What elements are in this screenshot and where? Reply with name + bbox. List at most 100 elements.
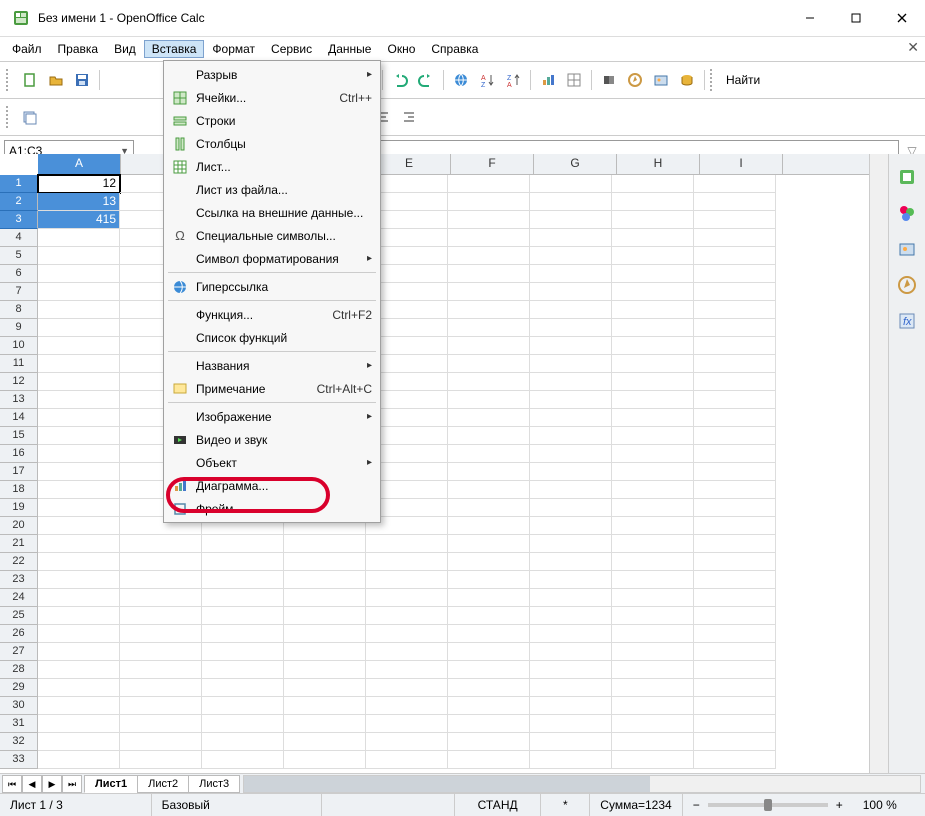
menu-help[interactable]: Справка — [423, 40, 486, 58]
cell[interactable] — [530, 445, 612, 463]
menu-format[interactable]: Формат — [204, 40, 263, 58]
cell[interactable] — [530, 229, 612, 247]
tab-next-button[interactable]: ▶ — [42, 775, 62, 793]
cell[interactable] — [448, 355, 530, 373]
cell[interactable] — [530, 553, 612, 571]
show-grid-button[interactable] — [562, 68, 586, 92]
cell[interactable] — [366, 535, 448, 553]
cell[interactable] — [366, 571, 448, 589]
gallery-button[interactable] — [649, 68, 673, 92]
cell[interactable] — [284, 607, 366, 625]
cell[interactable] — [694, 193, 776, 211]
row-header[interactable]: 13 — [0, 391, 38, 409]
menu-edit[interactable]: Правка — [50, 40, 107, 58]
cell[interactable] — [612, 355, 694, 373]
row-header[interactable]: 23 — [0, 571, 38, 589]
cell[interactable] — [284, 751, 366, 769]
cell[interactable] — [612, 715, 694, 733]
navigator-button[interactable] — [623, 68, 647, 92]
toolbar-grip[interactable] — [6, 106, 12, 128]
cell[interactable] — [612, 301, 694, 319]
cell[interactable] — [120, 697, 202, 715]
cell[interactable] — [38, 715, 120, 733]
sheet-tab[interactable]: Лист2 — [137, 775, 189, 793]
row-header[interactable]: 6 — [0, 265, 38, 283]
cell[interactable] — [120, 589, 202, 607]
cell[interactable] — [38, 409, 120, 427]
cell[interactable]: 415 — [38, 211, 120, 229]
cell[interactable] — [612, 571, 694, 589]
cell[interactable] — [612, 211, 694, 229]
cell[interactable] — [448, 553, 530, 571]
cell[interactable] — [448, 499, 530, 517]
cell[interactable] — [448, 265, 530, 283]
cell[interactable] — [448, 517, 530, 535]
cell[interactable] — [38, 247, 120, 265]
cell[interactable] — [202, 625, 284, 643]
sidepanel-styles-icon[interactable] — [894, 200, 920, 226]
cell[interactable] — [694, 301, 776, 319]
row-header[interactable]: 14 — [0, 409, 38, 427]
cell[interactable] — [120, 553, 202, 571]
sidepanel-gallery-icon[interactable] — [894, 236, 920, 262]
cell[interactable] — [694, 679, 776, 697]
window-close-button[interactable] — [879, 0, 925, 36]
cell[interactable] — [612, 463, 694, 481]
cell[interactable] — [448, 625, 530, 643]
cell[interactable] — [530, 337, 612, 355]
cell[interactable] — [612, 679, 694, 697]
status-sum[interactable]: Сумма=1234 — [590, 794, 682, 816]
col-header[interactable]: I — [700, 154, 783, 174]
cell[interactable] — [202, 733, 284, 751]
cell[interactable] — [284, 535, 366, 553]
new-doc-button[interactable] — [18, 68, 42, 92]
menubar-close-icon[interactable]: ✕ — [907, 39, 919, 56]
tab-first-button[interactable]: ⏮ — [2, 775, 22, 793]
cell[interactable] — [120, 733, 202, 751]
cell[interactable] — [448, 337, 530, 355]
menu-item-chart[interactable]: Диаграмма... — [164, 474, 380, 497]
sheet-tab[interactable]: Лист1 — [84, 775, 138, 793]
cell[interactable] — [612, 733, 694, 751]
row-header[interactable]: 16 — [0, 445, 38, 463]
cell[interactable] — [612, 229, 694, 247]
sidepanel-functions-icon[interactable]: fx — [894, 308, 920, 334]
cell[interactable] — [202, 715, 284, 733]
row-header[interactable]: 20 — [0, 517, 38, 535]
cell[interactable] — [694, 175, 776, 193]
cell[interactable] — [284, 715, 366, 733]
row-header[interactable]: 11 — [0, 355, 38, 373]
cell[interactable] — [366, 589, 448, 607]
menu-data[interactable]: Данные — [320, 40, 379, 58]
tab-prev-button[interactable]: ◀ — [22, 775, 42, 793]
cell[interactable] — [202, 751, 284, 769]
cell[interactable] — [694, 337, 776, 355]
menu-item-external-data[interactable]: Ссылка на внешние данные... — [164, 201, 380, 224]
cell[interactable] — [448, 211, 530, 229]
cell[interactable] — [694, 553, 776, 571]
cell[interactable] — [448, 607, 530, 625]
cell[interactable] — [530, 535, 612, 553]
cell[interactable]: 13 — [38, 193, 120, 211]
menu-item-object[interactable]: Объект▸ — [164, 451, 380, 474]
cell[interactable] — [448, 319, 530, 337]
cell[interactable] — [530, 643, 612, 661]
menu-item-special-char[interactable]: ΩСпециальные символы... — [164, 224, 380, 247]
sidepanel-navigator-icon[interactable] — [894, 272, 920, 298]
cell[interactable] — [694, 607, 776, 625]
cell[interactable] — [612, 319, 694, 337]
cell[interactable] — [120, 535, 202, 553]
menu-item-formatting-mark[interactable]: Символ форматирования▸ — [164, 247, 380, 270]
cell[interactable] — [448, 391, 530, 409]
save-button[interactable] — [70, 68, 94, 92]
cell[interactable] — [612, 337, 694, 355]
cell[interactable] — [612, 589, 694, 607]
styles-button[interactable] — [18, 105, 42, 129]
cell[interactable] — [284, 553, 366, 571]
menu-item-columns[interactable]: Столбцы — [164, 132, 380, 155]
cell[interactable] — [530, 625, 612, 643]
sort-asc-button[interactable]: AZ — [475, 68, 499, 92]
cell[interactable] — [694, 517, 776, 535]
cell[interactable] — [612, 247, 694, 265]
cell[interactable] — [530, 427, 612, 445]
